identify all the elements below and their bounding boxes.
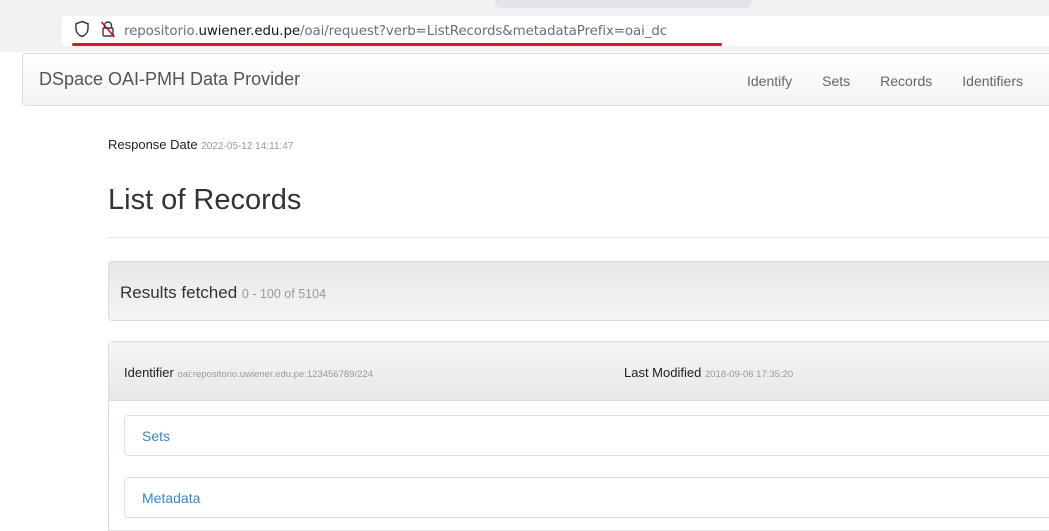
sets-link[interactable]: Sets [142, 428, 170, 444]
response-date-value: 2022-05-12 14:11:47 [201, 141, 294, 152]
browser-toolbar: repositorio.uwiener.edu.pe/oai/request?v… [0, 0, 1049, 52]
results-label: Results fetched [120, 283, 238, 302]
url-text[interactable]: repositorio.uwiener.edu.pe/oai/request?v… [124, 24, 667, 39]
identifier-value: oai:repositorio.uwiener.edu.pe:123456789… [177, 369, 373, 380]
navbar-brand[interactable]: DSpace OAI-PMH Data Provider [39, 69, 300, 90]
page-title: List of Records [108, 184, 302, 216]
record-panel: Identifier oai:repositorio.uwiener.edu.p… [108, 341, 1049, 531]
red-underline-annotation [72, 43, 722, 46]
divider [108, 237, 1049, 238]
nav-link-identify[interactable]: Identify [747, 73, 792, 89]
url-path: /oai/request?verb=ListRecords&metadataPr… [300, 23, 667, 39]
record-identifier: Identifier oai:repositorio.uwiener.edu.p… [124, 365, 373, 380]
shield-icon[interactable] [74, 20, 90, 43]
results-value: 0 - 100 of 5104 [241, 287, 327, 301]
record-header: Identifier oai:repositorio.uwiener.edu.p… [109, 342, 1049, 401]
address-bar[interactable]: repositorio.uwiener.edu.pe/oai/request?v… [62, 16, 1049, 46]
response-date-label: Response Date [108, 137, 198, 152]
nav-link-records[interactable]: Records [880, 73, 932, 89]
metadata-link[interactable]: Metadata [142, 490, 200, 506]
url-host: uwiener.edu.pe [198, 23, 301, 39]
insecure-lock-icon[interactable] [100, 20, 116, 43]
record-last-modified: Last Modified 2018-09-06 17:35:20 [624, 365, 793, 380]
response-date: Response Date 2022-05-12 14:11:47 [108, 137, 293, 152]
last-modified-label: Last Modified [624, 365, 702, 380]
nav-link-identifiers[interactable]: Identifiers [962, 73, 1023, 89]
metadata-panel[interactable]: Metadata [124, 477, 1049, 518]
results-panel: Results fetched 0 - 100 of 5104 [108, 261, 1049, 321]
navbar: DSpace OAI-PMH Data Provider Identify Se… [22, 53, 1049, 106]
last-modified-value: 2018-09-06 17:35:20 [704, 369, 794, 380]
browser-tab[interactable] [495, 0, 751, 8]
url-prefix: repositorio. [124, 23, 199, 39]
sets-panel[interactable]: Sets [124, 415, 1049, 456]
nav-link-sets[interactable]: Sets [822, 73, 850, 89]
results-fetched: Results fetched 0 - 100 of 5104 [120, 283, 326, 303]
nav-links: Identify Sets Records Identifiers [747, 54, 1049, 107]
identifier-label: Identifier [124, 365, 174, 380]
